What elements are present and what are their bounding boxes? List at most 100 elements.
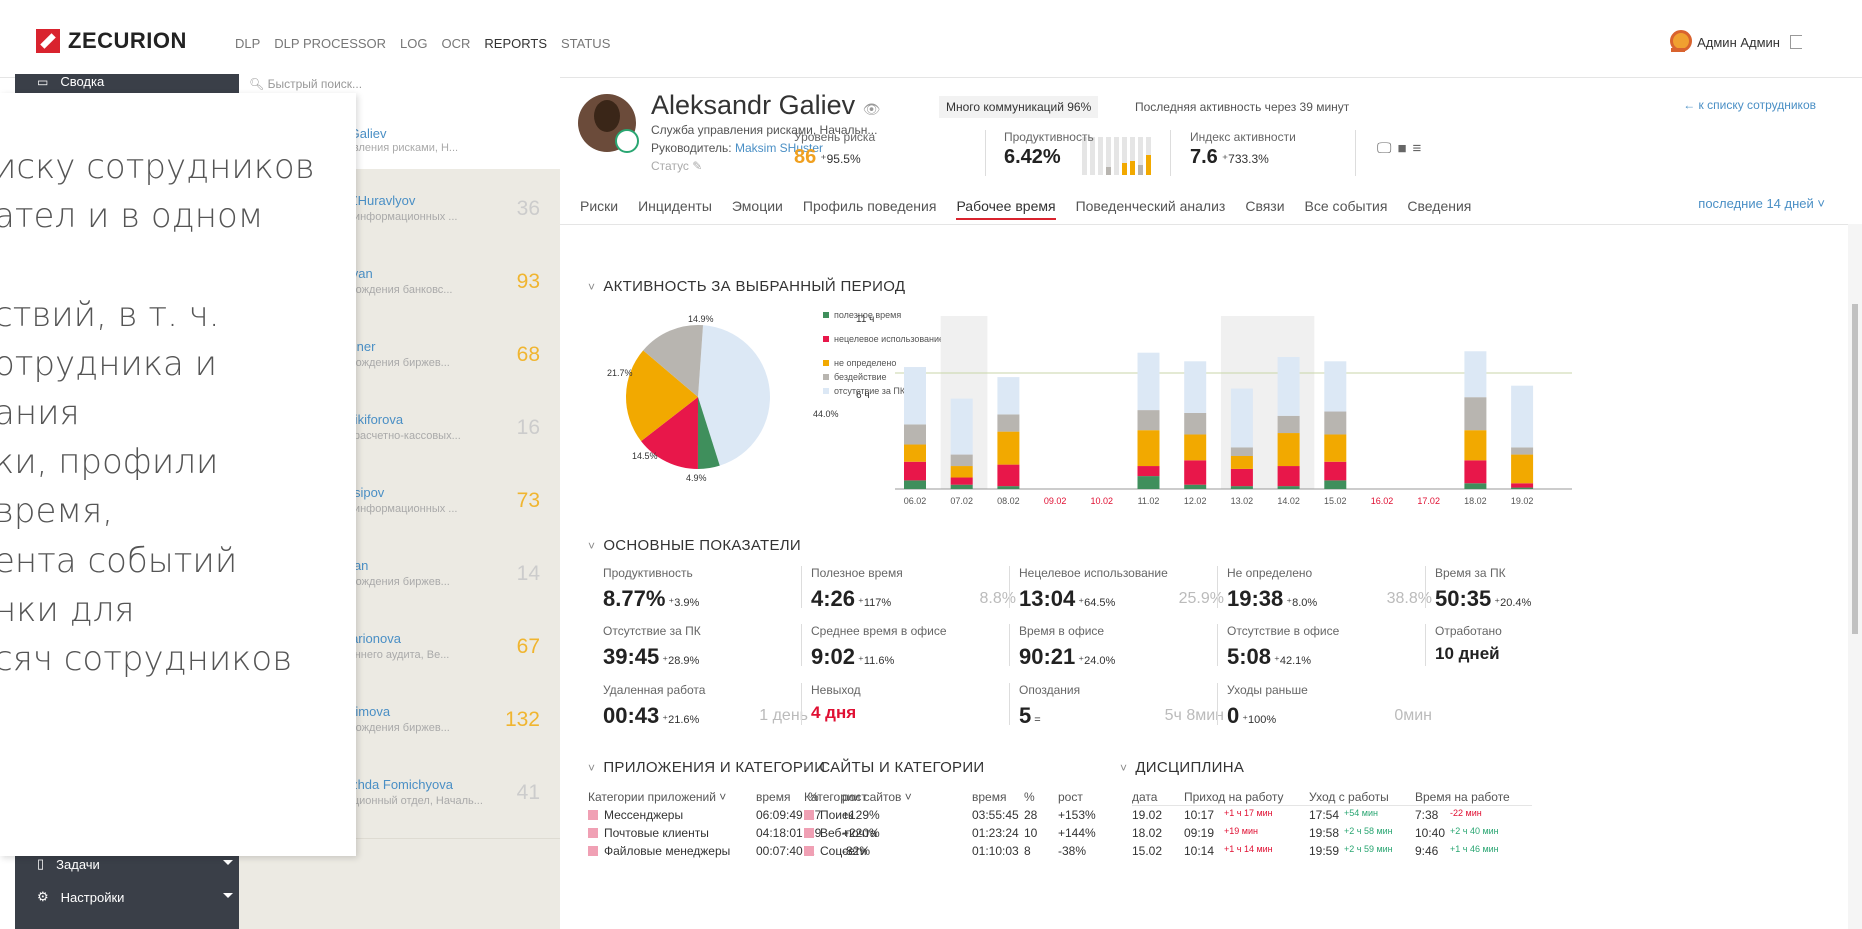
nav-dlp[interactable]: DLP: [235, 36, 260, 51]
chevron-down-icon: ˅: [1817, 196, 1825, 211]
table-cell: 8: [1024, 844, 1031, 858]
nav-ocr[interactable]: OCR: [442, 36, 471, 51]
employee-risk-score: 68: [516, 343, 540, 366]
zecurion-logo[interactable]: ZECURION: [36, 28, 187, 54]
employee-risk-score: 16: [516, 416, 540, 439]
table-row-name[interactable]: Почтовые клиенты: [588, 826, 709, 840]
bar-segment: [1137, 430, 1160, 467]
table-cell: 19.02: [1132, 808, 1163, 822]
eye-icon[interactable]: 👁︎: [863, 101, 881, 117]
overlay-text-line: ки, профили: [0, 442, 219, 482]
last-activity: Последняя активность через 39 минут: [1135, 100, 1350, 114]
overlay-text-line: отрудника и: [0, 344, 218, 384]
metric-number: 90:21: [1019, 644, 1076, 669]
summary-icon: ▭: [37, 74, 49, 89]
employee-risk-score: 36: [516, 197, 540, 220]
metric-number: 8.77%: [603, 586, 666, 611]
nav-log[interactable]: LOG: [400, 36, 427, 51]
x-tick-label: 11.02: [1138, 496, 1160, 506]
monitor-icon[interactable]: 🖵︎: [1377, 140, 1391, 157]
table-row-name[interactable]: Мессенджеры: [588, 808, 683, 822]
metric-number: 5:08: [1227, 644, 1272, 669]
tab-4[interactable]: Рабочее время: [956, 198, 1056, 220]
category-name: Файловые менеджеры: [604, 844, 731, 858]
table-row-name[interactable]: Соцсети: [804, 844, 867, 858]
logout-icon[interactable]: [1790, 35, 1802, 49]
metric-share: 8.8%: [979, 590, 1016, 607]
back-to-list-link[interactable]: ← к списку сотрудников: [1683, 98, 1816, 112]
list-icon[interactable]: ≡: [1413, 140, 1422, 157]
tab-1[interactable]: Инциденты: [638, 198, 712, 220]
search-icon: 🔍︎: [249, 77, 265, 91]
metric-card: Отсутствие в офисе 5:08 ⁺42.1%: [1227, 624, 1432, 670]
metric-label: Продуктивность: [603, 566, 693, 580]
metric-delta: ⁺11.6%: [858, 655, 895, 667]
employee-risk-score: 93: [516, 270, 540, 293]
period-select[interactable]: последние 14 дней ˅: [1698, 196, 1825, 211]
legend-swatch: [823, 312, 829, 318]
table-cell: -22 мин: [1450, 808, 1482, 818]
activity-charts: 44.0%4.9%14.5%21.7%14.9% полезное времяне…: [607, 310, 1572, 506]
tab-2[interactable]: Эмоции: [732, 198, 783, 220]
view-switch: 🖵︎ ■ ≡: [1377, 140, 1421, 157]
scrollbar-thumb[interactable]: [1852, 304, 1858, 634]
metrics-section-title[interactable]: ОСНОВНЫЕ ПОКАЗАТЕЛИ: [588, 537, 801, 554]
bar-segment: [1324, 480, 1347, 489]
table-header[interactable]: Категории сайтов ˅: [804, 790, 912, 804]
table-header[interactable]: Категории приложений ˅: [588, 790, 726, 804]
category-swatch: [588, 810, 598, 820]
metric-value: 5:08 ⁺42.1%: [1227, 644, 1432, 670]
risk-value: 86 ⁺95.5%: [794, 146, 861, 169]
activity-section-title[interactable]: АКТИВНОСТЬ ЗА ВЫБРАННЫЙ ПЕРИОД: [588, 278, 905, 295]
tab-6[interactable]: Связи: [1245, 198, 1284, 220]
metric-label: Время за ПК: [1435, 566, 1506, 580]
table-header: время: [972, 790, 1007, 804]
table-header: время: [756, 790, 791, 804]
sidebar-item-settings[interactable]: ⚙ Настройки: [37, 889, 233, 905]
metric-value: 10 дней: [1435, 644, 1640, 664]
pie-data-label: 14.5%: [632, 451, 658, 461]
divider: [1009, 566, 1010, 608]
nav-status[interactable]: STATUS: [561, 36, 610, 51]
bar-segment: [1511, 447, 1534, 455]
table-cell: +54 мин: [1344, 808, 1378, 818]
metric-value: 50:35 ⁺20.4%: [1435, 586, 1640, 612]
user-name[interactable]: Админ Админ: [1697, 35, 1780, 50]
tab-8[interactable]: Сведения: [1407, 198, 1471, 220]
table-cell: +144%: [1058, 826, 1096, 840]
table-cell: 10:14: [1184, 844, 1215, 858]
overlay-text-line: ател и в одном: [0, 196, 264, 236]
discipline-table: дата Приход на работу Уход с работы Время н…: [1132, 790, 1552, 870]
apps-section-title[interactable]: ПРИЛОЖЕНИЯ И КАТЕГОРИИ: [588, 759, 825, 776]
table-row-name[interactable]: Поиск: [804, 808, 853, 822]
y-tick-label: 6 ч: [856, 390, 870, 401]
sites-section-title[interactable]: САЙТЫ И КАТЕГОРИИ: [804, 759, 985, 776]
metric-label: Уходы раньше: [1227, 683, 1308, 697]
discipline-section-title[interactable]: ДИСЦИПЛИНА: [1120, 759, 1244, 776]
metric-card: Продуктивность 8.77% ⁺3.9%: [603, 566, 808, 612]
sidebar-item-tasks[interactable]: ▯ Задачи: [37, 856, 233, 872]
bar-segment: [1277, 433, 1300, 467]
table-row-name[interactable]: Веб-почта: [804, 826, 877, 840]
pencil-icon[interactable]: ✎: [692, 159, 702, 173]
table-cell: 7:38: [1415, 808, 1439, 822]
tab-5[interactable]: Поведенческий анализ: [1076, 198, 1226, 220]
table-cell: 04:18:01: [756, 826, 803, 840]
tab-3[interactable]: Профиль поведения: [803, 198, 937, 220]
pie-data-label: 21.7%: [607, 368, 633, 378]
scrollbar[interactable]: [1848, 224, 1862, 929]
user-menu[interactable]: Админ Админ: [1669, 30, 1802, 54]
chevron-down-icon: [223, 893, 233, 898]
nav-dlp-processor[interactable]: DLP PROCESSOR: [274, 36, 386, 51]
video-icon[interactable]: ■: [1397, 140, 1406, 157]
tab-0[interactable]: Риски: [580, 198, 618, 220]
bar-segment: [1277, 357, 1300, 416]
nav-reports[interactable]: REPORTS: [484, 36, 547, 51]
metric-label: Отработано: [1435, 624, 1502, 638]
metric-number: 9:02: [811, 644, 856, 669]
sidebar-item-summary[interactable]: ▭ Сводка: [37, 74, 104, 89]
x-tick-label: 12.02: [1184, 496, 1207, 506]
bar-segment: [904, 480, 926, 489]
table-row-name[interactable]: Файловые менеджеры: [588, 844, 730, 858]
tab-7[interactable]: Все события: [1305, 198, 1388, 220]
